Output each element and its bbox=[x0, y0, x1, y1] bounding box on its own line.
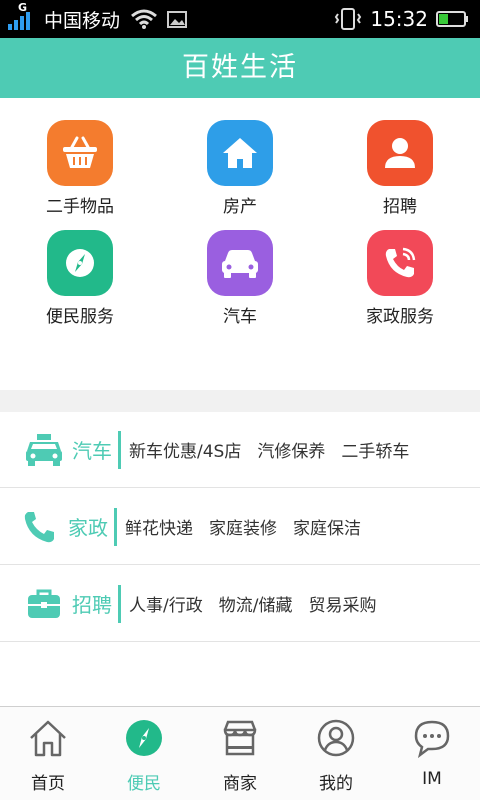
grid-item-services[interactable]: 便民服务 bbox=[0, 230, 160, 327]
grid-item-label: 招聘 bbox=[383, 197, 417, 217]
category-link[interactable]: 家庭保洁 bbox=[293, 514, 361, 539]
category-link[interactable]: 新车优惠/4S店 bbox=[129, 437, 241, 462]
category-bar bbox=[114, 507, 117, 546]
chat-icon bbox=[384, 717, 480, 759]
house-icon bbox=[207, 120, 273, 186]
person-icon bbox=[367, 120, 433, 186]
category-title[interactable]: 家政 bbox=[68, 512, 108, 541]
compass-icon bbox=[96, 717, 192, 759]
car-icon bbox=[22, 433, 66, 467]
grid-item-label: 便民服务 bbox=[46, 307, 114, 327]
tab-services[interactable]: 便民 bbox=[96, 707, 192, 800]
category-link[interactable]: 家庭装修 bbox=[209, 514, 277, 539]
briefcase-icon bbox=[22, 588, 66, 620]
tab-home[interactable]: 首页 bbox=[0, 707, 96, 800]
tab-profile[interactable]: 我的 bbox=[288, 707, 384, 800]
bottom-tab-bar: 首页 便民 商家 我的 IM bbox=[0, 706, 480, 800]
carrier-name: 中国移动 bbox=[44, 9, 121, 32]
store-icon bbox=[192, 717, 288, 759]
clock: 15:32 bbox=[370, 7, 428, 31]
category-bar bbox=[118, 430, 121, 469]
category-grid: 二手物品 房产 招聘 便民服务 汽车 家政服务 bbox=[0, 98, 480, 390]
section-divider bbox=[0, 390, 480, 412]
compass-icon bbox=[47, 230, 113, 296]
user-icon bbox=[288, 717, 384, 759]
phone-icon bbox=[18, 509, 62, 545]
tab-label: IM bbox=[422, 769, 442, 789]
tab-label: 我的 bbox=[319, 774, 353, 794]
battery-icon bbox=[436, 11, 468, 27]
car-icon bbox=[207, 230, 273, 296]
category-link[interactable]: 汽修保养 bbox=[257, 437, 325, 462]
grid-item-housekeeping[interactable]: 家政服务 bbox=[320, 230, 480, 327]
status-bar: G 中国移动 15:32 bbox=[0, 0, 480, 38]
grid-item-label: 房产 bbox=[223, 197, 257, 217]
page-title: 百姓生活 bbox=[182, 52, 298, 83]
category-link[interactable]: 物流/储藏 bbox=[219, 591, 293, 616]
network-type: G bbox=[18, 1, 28, 14]
category-link[interactable]: 二手轿车 bbox=[341, 437, 409, 462]
category-bar bbox=[118, 584, 121, 623]
category-link[interactable]: 鲜花快递 bbox=[125, 514, 193, 539]
category-row-housekeeping: 家政 鲜花快递 家庭装修 家庭保洁 bbox=[0, 489, 480, 565]
tab-label: 商家 bbox=[223, 774, 257, 794]
basket-icon bbox=[47, 120, 113, 186]
grid-item-secondhand[interactable]: 二手物品 bbox=[0, 120, 160, 217]
tab-label: 首页 bbox=[31, 774, 65, 794]
category-link[interactable]: 贸易采购 bbox=[308, 591, 376, 616]
phone-icon bbox=[367, 230, 433, 296]
grid-item-jobs[interactable]: 招聘 bbox=[320, 120, 480, 217]
app-title-bar: 百姓生活 bbox=[0, 38, 480, 98]
grid-item-label: 家政服务 bbox=[366, 307, 434, 327]
tab-label: 便民 bbox=[127, 774, 161, 794]
category-link[interactable]: 人事/行政 bbox=[129, 591, 203, 616]
category-title[interactable]: 招聘 bbox=[72, 589, 112, 618]
grid-item-label: 汽车 bbox=[223, 307, 257, 327]
grid-item-cars[interactable]: 汽车 bbox=[160, 230, 320, 327]
home-icon bbox=[0, 717, 96, 759]
wifi-icon bbox=[131, 9, 157, 29]
image-icon bbox=[167, 11, 188, 28]
vibrate-icon bbox=[335, 8, 362, 30]
grid-item-realestate[interactable]: 房产 bbox=[160, 120, 320, 217]
category-title[interactable]: 汽车 bbox=[72, 435, 112, 464]
category-row-jobs: 招聘 人事/行政 物流/储藏 贸易采购 bbox=[0, 566, 480, 642]
tab-im[interactable]: IM bbox=[384, 707, 480, 800]
tab-merchants[interactable]: 商家 bbox=[192, 707, 288, 800]
grid-item-label: 二手物品 bbox=[46, 197, 114, 217]
category-row-cars: 汽车 新车优惠/4S店 汽修保养 二手轿车 bbox=[0, 412, 480, 488]
